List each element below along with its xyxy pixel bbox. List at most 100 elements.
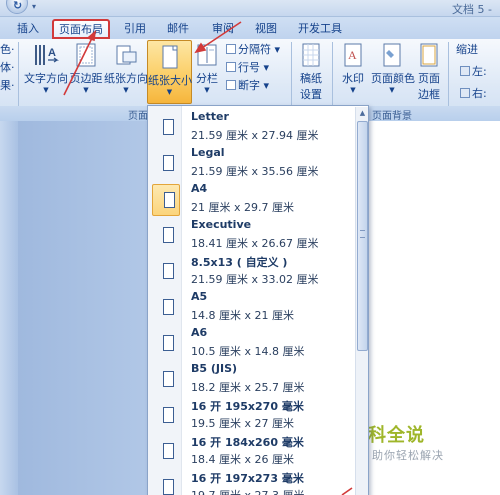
tab-mailings[interactable]: 邮件 [160,19,196,39]
indent-right-icon [460,88,470,98]
scroll-up-arrow-icon[interactable]: ▲ [356,107,369,120]
page-borders-label-2: 边框 [418,88,440,101]
watermark-button[interactable]: A 水印 ▼ [336,42,370,104]
svg-text:A: A [348,48,357,62]
chevron-down-icon: ▼ [43,86,49,94]
breaks-button[interactable]: 分隔符 ▾ [226,42,280,58]
paper-icon [163,335,174,351]
group-label-page-background: 页面背景 [372,111,412,122]
tab-developer[interactable]: 开发工具 [292,19,348,39]
paper-size-dimensions: 10.5 厘米 x 14.8 厘米 [191,345,305,358]
columns-button[interactable]: 分栏 ▼ [193,42,221,104]
paper-size-icon [162,45,177,69]
tab-page-layout[interactable]: 页面布局 [52,19,110,39]
text-direction-button[interactable]: A 文字方向 ▼ [24,42,68,104]
paper-size-name: Legal [191,146,225,159]
columns-label: 分栏 [196,72,218,85]
paper-size-item[interactable]: 16 开 184x260 毫米 18.4 厘米 x 26 厘米 [149,434,354,470]
paper-icon [163,371,174,387]
draft-settings-button[interactable]: 稿纸 设置 [294,42,328,104]
paper-size-dimensions: 21.59 厘米 x 35.56 厘米 [191,165,319,178]
paper-icon [163,443,174,459]
paper-size-dimensions: 19.5 厘米 x 27 厘米 [191,417,294,430]
paper-size-item[interactable]: 16 开 195x270 毫米 19.5 厘米 x 27 厘米 [149,398,354,434]
scroll-thumb[interactable] [357,121,368,351]
page-color-button[interactable]: 页面颜色 ▼ [371,42,415,104]
paper-size-item[interactable]: 16 开 197x273 毫米 19.7 厘米 x 27.3 厘米 [149,470,354,495]
paper-icon-box [152,220,180,252]
indent-title: 缩进 [456,43,478,56]
line-numbers-button[interactable]: 行号 ▾ [226,60,269,76]
paper-size-name: Executive [191,218,252,231]
theme-effects-clipped[interactable]: 果· [0,78,15,94]
margins-icon [76,43,96,67]
page-color-icon [383,43,401,67]
paper-size-item[interactable]: A6 10.5 厘米 x 14.8 厘米 [149,326,354,362]
size-button[interactable]: 纸张大小 ▼ [147,40,192,104]
quick-access-undo-icon[interactable]: ↻ [13,0,22,12]
orientation-label: 纸张方向 [104,72,148,85]
hyphenation-icon [226,80,236,90]
margins-label: 页边距 [69,72,103,85]
paper-size-dimensions: 21.59 厘米 x 27.94 厘米 [191,129,319,142]
chevron-down-icon: ▼ [350,86,356,94]
indent-right-label: 右: [472,87,487,100]
hyphenation-label: 断字 ▾ [238,79,270,92]
tab-references[interactable]: 引用 [118,19,152,39]
paper-size-name: 16 开 184x260 毫米 [191,436,304,449]
orientation-icon [116,45,137,65]
text-direction-label: 文字方向 [24,72,68,85]
paper-size-dimensions: 18.4 厘米 x 26 厘米 [191,453,294,466]
paper-icon-box [152,112,180,144]
paper-icon-box [152,256,180,288]
indent-left-field[interactable]: 左: [460,64,487,80]
paper-size-item[interactable]: B5 (JIS) 18.2 厘米 x 25.7 厘米 [149,362,354,398]
paper-size-item[interactable]: Executive 18.41 厘米 x 26.67 厘米 [149,218,354,254]
paper-icon [164,192,175,208]
vertical-ruler [0,121,18,495]
paper-size-item[interactable]: 8.5x13 ( 自定义 ) 21.59 厘米 x 33.02 厘米 [149,254,354,290]
paper-size-name: 16 开 195x270 毫米 [191,400,304,413]
office-button[interactable]: ↻ [6,0,28,14]
menu-scrollbar[interactable]: ▲ [355,107,368,495]
paper-size-item[interactable]: Letter 21.59 厘米 x 27.94 厘米 [149,110,354,146]
breaks-label: 分隔符 ▾ [238,43,281,56]
page-color-label: 页面颜色 [371,72,415,85]
indent-left-icon [460,66,470,76]
chevron-down-icon: ▼ [123,86,129,94]
paper-size-item[interactable]: Legal 21.59 厘米 x 35.56 厘米 [149,146,354,182]
paper-icon [163,479,174,495]
draft-settings-label-1: 稿纸 [300,72,322,85]
tab-insert[interactable]: 插入 [10,19,46,39]
title-bar: ↻ ▾ 文档 5 - [0,0,500,17]
paper-icon-box [152,148,180,180]
hyphenation-button[interactable]: 断字 ▾ [226,78,269,94]
indent-left-label: 左: [472,65,487,78]
paper-size-name: A4 [191,182,208,195]
quick-access-dropdown-icon[interactable]: ▾ [32,2,36,11]
text-direction-icon: A [35,45,59,65]
page-borders-button[interactable]: 页面 边框 [414,42,444,104]
draft-settings-label-2: 设置 [300,88,322,101]
paper-size-menu: Letter 21.59 厘米 x 27.94 厘米 Legal 21.59 厘米 x… [147,105,369,495]
paper-icon-box [152,436,180,468]
theme-colors-clipped[interactable]: 色· [0,42,15,58]
paper-size-item[interactable]: A5 14.8 厘米 x 21 厘米 [149,290,354,326]
document-title: 文档 5 - [452,3,492,16]
paper-size-name: Letter [191,110,229,123]
chevron-down-icon: ▼ [389,86,395,94]
orientation-button[interactable]: 纸张方向 ▼ [104,42,148,104]
paper-size-name: A6 [191,326,208,339]
page-border-icon [420,43,438,67]
tab-review[interactable]: 审阅 [205,19,241,39]
chevron-down-icon: ▼ [83,86,89,94]
theme-fonts-clipped[interactable]: 体· [0,60,15,76]
indent-right-field[interactable]: 右: [460,86,487,102]
paper-size-dimensions: 19.7 厘米 x 27.3 厘米 [191,487,304,495]
paper-icon [163,227,174,243]
paper-size-item[interactable]: A4 21 厘米 x 29.7 厘米 [149,182,354,218]
columns-icon [197,44,217,66]
paper-icon [163,407,174,423]
tab-view[interactable]: 视图 [248,19,284,39]
margins-button[interactable]: 页边距 ▼ [68,42,104,104]
